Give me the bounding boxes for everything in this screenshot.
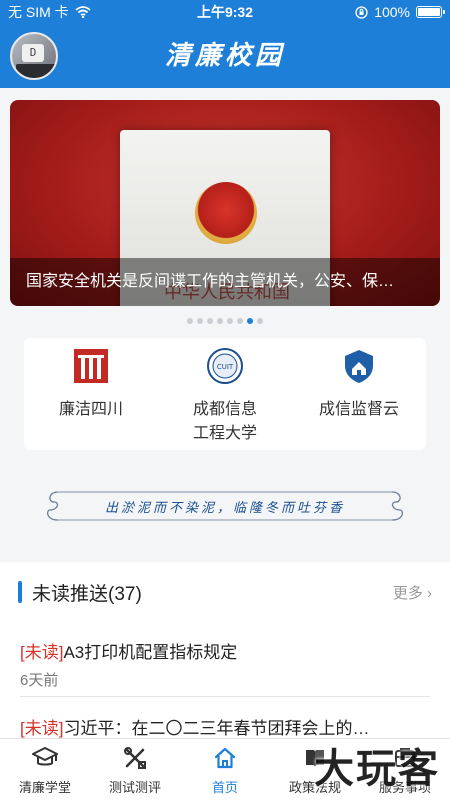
- message-time: 6天前: [20, 672, 59, 689]
- carousel-dot[interactable]: [217, 318, 223, 324]
- carousel-dot[interactable]: [257, 318, 263, 324]
- link-label: 廉洁四川: [58, 401, 123, 418]
- slogan-text: 出淤泥而不染泥，临隆冬而吐芬香: [104, 500, 345, 516]
- more-label: 更多: [392, 584, 423, 602]
- divider: [20, 696, 430, 697]
- supervision-cloud-logo-icon: [339, 346, 379, 386]
- carousel-dot[interactable]: [197, 318, 203, 324]
- quick-links-card: 廉洁四川 CUIT 成都信息 工程大学 成信监督云: [24, 338, 426, 450]
- link-label: 成都信息 工程大学: [192, 401, 257, 442]
- link-supervision-cloud[interactable]: 成信监督云: [292, 338, 426, 450]
- status-bar: 无 SIM 卡 上午9:32 100%: [0, 0, 450, 24]
- tab-test-evaluation[interactable]: 测试测评: [90, 739, 180, 800]
- battery-icon: [416, 6, 445, 18]
- chevron-right-icon: ›: [427, 584, 432, 602]
- tab-label: 测试测评: [108, 780, 161, 795]
- carousel-dot[interactable]: [187, 318, 193, 324]
- watermark-logo: 大玩客: [314, 746, 440, 792]
- unread-section: 未读推送(37) 更多 › [未读]A3打印机配置指标规定 6天前 [未读]习近…: [0, 562, 450, 738]
- battery-level: [418, 8, 440, 16]
- link-cuit[interactable]: CUIT 成都信息 工程大学: [158, 338, 292, 450]
- carousel-dot-active[interactable]: [247, 318, 253, 324]
- tools-icon: [122, 745, 148, 771]
- national-emblem-icon: [195, 182, 257, 244]
- carousel-dot[interactable]: [207, 318, 213, 324]
- unread-tag: [未读]: [20, 719, 64, 738]
- tab-label: 首页: [211, 780, 238, 795]
- unread-tag: [未读]: [20, 643, 64, 662]
- tab-label: 清廉学堂: [18, 780, 71, 795]
- banner-carousel[interactable]: 中华人民共和国 国家安全机关是反间谍工作的主管机关，公安、保…: [10, 100, 440, 306]
- svg-text:CUIT: CUIT: [217, 363, 234, 371]
- more-link[interactable]: 更多 ›: [393, 582, 432, 603]
- section-header: 未读推送(37) 更多 ›: [18, 580, 432, 605]
- section-accent-bar: [18, 581, 22, 603]
- lianjie-sichuan-logo-icon: [71, 346, 111, 386]
- carousel-dot[interactable]: [237, 318, 243, 324]
- nav-bar: D 清廉校园: [0, 24, 450, 88]
- graduation-cap-icon: [32, 745, 58, 771]
- carousel-dot[interactable]: [227, 318, 233, 324]
- home-icon: [212, 745, 238, 771]
- link-lianjie-sichuan[interactable]: 廉洁四川: [24, 338, 158, 450]
- message-title-text: A3打印机配置指标规定: [63, 643, 238, 662]
- slogan-banner: 出淤泥而不染泥，临隆冬而吐芬香: [40, 484, 410, 528]
- link-label: 成信监督云: [318, 401, 399, 418]
- tab-qinglian-classroom[interactable]: 清廉学堂: [0, 739, 90, 800]
- tab-home[interactable]: 首页: [180, 739, 270, 800]
- banner-caption[interactable]: 国家安全机关是反间谍工作的主管机关，公安、保…: [10, 258, 440, 306]
- list-item[interactable]: [未读]A3打印机配置指标规定 6天前: [20, 638, 430, 690]
- cuit-logo-icon: CUIT: [205, 346, 245, 386]
- status-time: 上午9:32: [196, 4, 254, 20]
- message-title: [未读]A3打印机配置指标规定: [20, 638, 430, 663]
- section-title: 未读推送(37): [32, 583, 142, 605]
- carousel-indicator: [0, 318, 450, 324]
- page-title: 清廉校园: [164, 41, 285, 71]
